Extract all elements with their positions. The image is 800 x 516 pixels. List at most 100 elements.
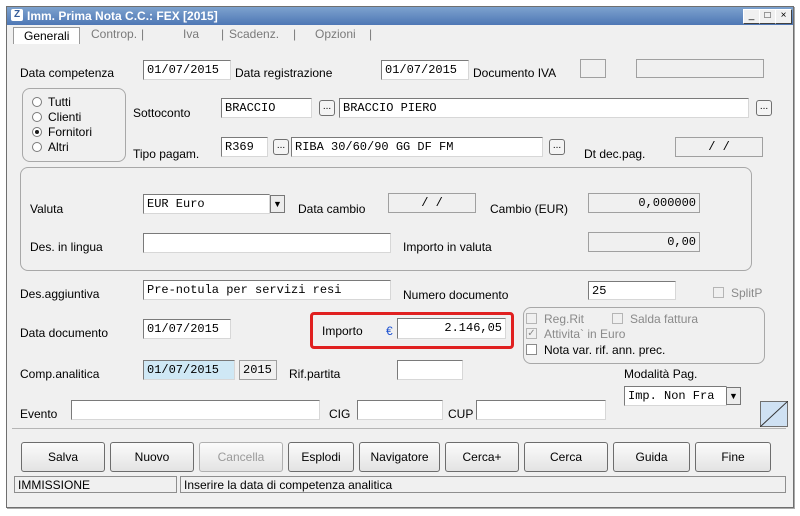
des-lingua-field[interactable] (143, 233, 391, 253)
sottoconto-code-field[interactable]: BRACCIO (221, 98, 312, 118)
importo-field[interactable]: 2.146,05 (397, 318, 506, 339)
tipo-pagam-label: Tipo pagam. (133, 147, 200, 161)
reg-rit-label: Reg.Rit (544, 312, 585, 326)
tab-separator: | (221, 27, 225, 41)
cup-label: CUP (448, 407, 474, 421)
navigatore-button[interactable]: Navigatore (359, 442, 440, 472)
nota-var-checkbox[interactable] (526, 344, 537, 355)
tab-generali[interactable]: Generali (13, 27, 81, 44)
dt-dec-pag-label: Dt dec.pag. (584, 147, 646, 161)
cig-field[interactable] (357, 400, 443, 420)
radio-tutti[interactable] (32, 97, 42, 107)
numero-documento-label: Numero documento (403, 288, 509, 302)
importo-valuta-label: Importo in valuta (403, 240, 492, 254)
data-competenza-field[interactable]: 01/07/2015 (143, 60, 231, 80)
tab-separator: | (293, 27, 297, 41)
cancella-button[interactable]: Cancella (199, 442, 283, 472)
cambio-field: 0,000000 (588, 193, 700, 213)
dt-dec-pag-field: / / (675, 137, 763, 157)
tab-separator: | (369, 27, 373, 41)
data-documento-field[interactable]: 01/07/2015 (143, 319, 231, 339)
title-bar: Z Imm. Prima Nota C.C.: FEX [2015] _ □ × (7, 7, 793, 25)
des-aggiuntiva-label: Des.aggiuntiva (20, 287, 100, 301)
des-aggiuntiva-field[interactable]: Pre-notula per servizi resi (143, 280, 391, 300)
radio-altri-label: Altri (48, 140, 69, 154)
salda-fattura-checkbox[interactable] (612, 313, 623, 324)
attivita-euro-label: Attivita` in Euro (544, 327, 626, 341)
salda-fattura-label: Salda fattura (630, 312, 699, 326)
radio-altri[interactable] (32, 142, 42, 152)
radio-fornitori[interactable] (32, 127, 42, 137)
nuovo-button[interactable]: Nuovo (110, 442, 194, 472)
modalita-pag-dropdown-button[interactable]: ▼ (726, 387, 741, 405)
cambio-label: Cambio (EUR) (490, 202, 569, 216)
valuta-select[interactable]: EUR Euro (143, 194, 270, 214)
modalita-pag-select[interactable]: Imp. Non Fra (624, 386, 727, 406)
radio-clienti[interactable] (32, 112, 42, 122)
sottoconto-desc-lookup-button[interactable]: ... (756, 100, 772, 116)
reg-rit-checkbox[interactable] (526, 313, 537, 324)
valuta-dropdown-button[interactable]: ▼ (270, 195, 285, 213)
data-competenza-label: Data competenza (20, 66, 115, 80)
documento-iva-number-field (636, 59, 764, 78)
cerca-button[interactable]: Cerca (524, 442, 608, 472)
valuta-label: Valuta (30, 202, 64, 216)
data-registrazione-label: Data registrazione (235, 66, 333, 80)
valuta-group (20, 167, 752, 271)
data-cambio-label: Data cambio (298, 202, 366, 216)
sottoconto-lookup-button[interactable]: ... (319, 100, 335, 116)
rif-partita-label: Rif.partita (289, 367, 341, 381)
tab-opzioni[interactable]: Opzioni (315, 27, 356, 41)
splitp-checkbox[interactable] (713, 287, 724, 298)
documento-iva-label: Documento IVA (473, 66, 557, 80)
cerca-plus-button[interactable]: Cerca+ (445, 442, 519, 472)
comp-analitica-label: Comp.analitica (20, 367, 100, 381)
esplodi-button[interactable]: Esplodi (288, 442, 354, 472)
splitp-label: SplitP (731, 286, 763, 300)
tab-scadenz[interactable]: Scadenz. (229, 27, 279, 41)
cup-field[interactable] (476, 400, 606, 420)
tipo-pagam-desc-lookup-button[interactable]: ... (549, 139, 565, 155)
status-message: Inserire la data di competenza analitica (180, 476, 786, 493)
evento-field[interactable] (71, 400, 320, 420)
documento-iva-type-field (580, 59, 606, 78)
radio-clienti-label: Clienti (48, 110, 82, 124)
status-mode: IMMISSIONE (14, 476, 177, 493)
radio-fornitori-label: Fornitori (48, 125, 93, 139)
app-icon: Z (11, 9, 23, 21)
importo-label: Importo (322, 324, 363, 338)
modalita-pag-label: Modalità Pag. (624, 367, 698, 381)
numero-documento-field[interactable]: 25 (588, 281, 676, 300)
cig-label: CIG (329, 407, 351, 421)
data-documento-label: Data documento (20, 326, 109, 340)
salva-button[interactable]: Salva (21, 442, 105, 472)
sottoconto-label: Sottoconto (133, 106, 191, 120)
comp-year-field: 2015 (239, 360, 277, 380)
des-lingua-label: Des. in lingua (30, 240, 103, 254)
data-registrazione-field[interactable]: 01/07/2015 (381, 60, 469, 80)
minimize-button[interactable]: _ (743, 9, 760, 24)
evento-label: Evento (20, 407, 58, 421)
sottoconto-desc-field[interactable]: BRACCIO PIERO (339, 98, 749, 118)
tab-separator: | (141, 27, 145, 41)
maximize-button[interactable]: □ (759, 9, 776, 24)
tipo-pagam-lookup-button[interactable]: ... (273, 139, 289, 155)
window-title: Imm. Prima Nota C.C.: FEX [2015] (27, 9, 218, 23)
separator (12, 428, 786, 429)
fine-button[interactable]: Fine (695, 442, 771, 472)
tipo-pagam-desc-field[interactable]: RIBA 30/60/90 GG DF FM (291, 137, 543, 157)
euro-icon: € (386, 324, 393, 338)
importo-valuta-field: 0,00 (588, 232, 700, 252)
radio-tutti-label: Tutti (48, 95, 71, 109)
comp-analitica-field[interactable]: 01/07/2015 (143, 360, 235, 380)
tipo-pagam-code-field[interactable]: R369 (221, 137, 268, 157)
tab-controp[interactable]: Controp. (91, 27, 137, 41)
tab-iva[interactable]: Iva (183, 27, 199, 41)
data-cambio-field: / / (388, 193, 476, 213)
nota-var-label: Nota var. rif. ann. prec. (544, 343, 666, 357)
rif-partita-field[interactable] (397, 360, 463, 380)
close-button[interactable]: × (775, 9, 792, 24)
resize-corner-icon[interactable] (760, 401, 788, 427)
attivita-euro-checkbox[interactable]: ✓ (526, 328, 537, 339)
guida-button[interactable]: Guida (613, 442, 690, 472)
